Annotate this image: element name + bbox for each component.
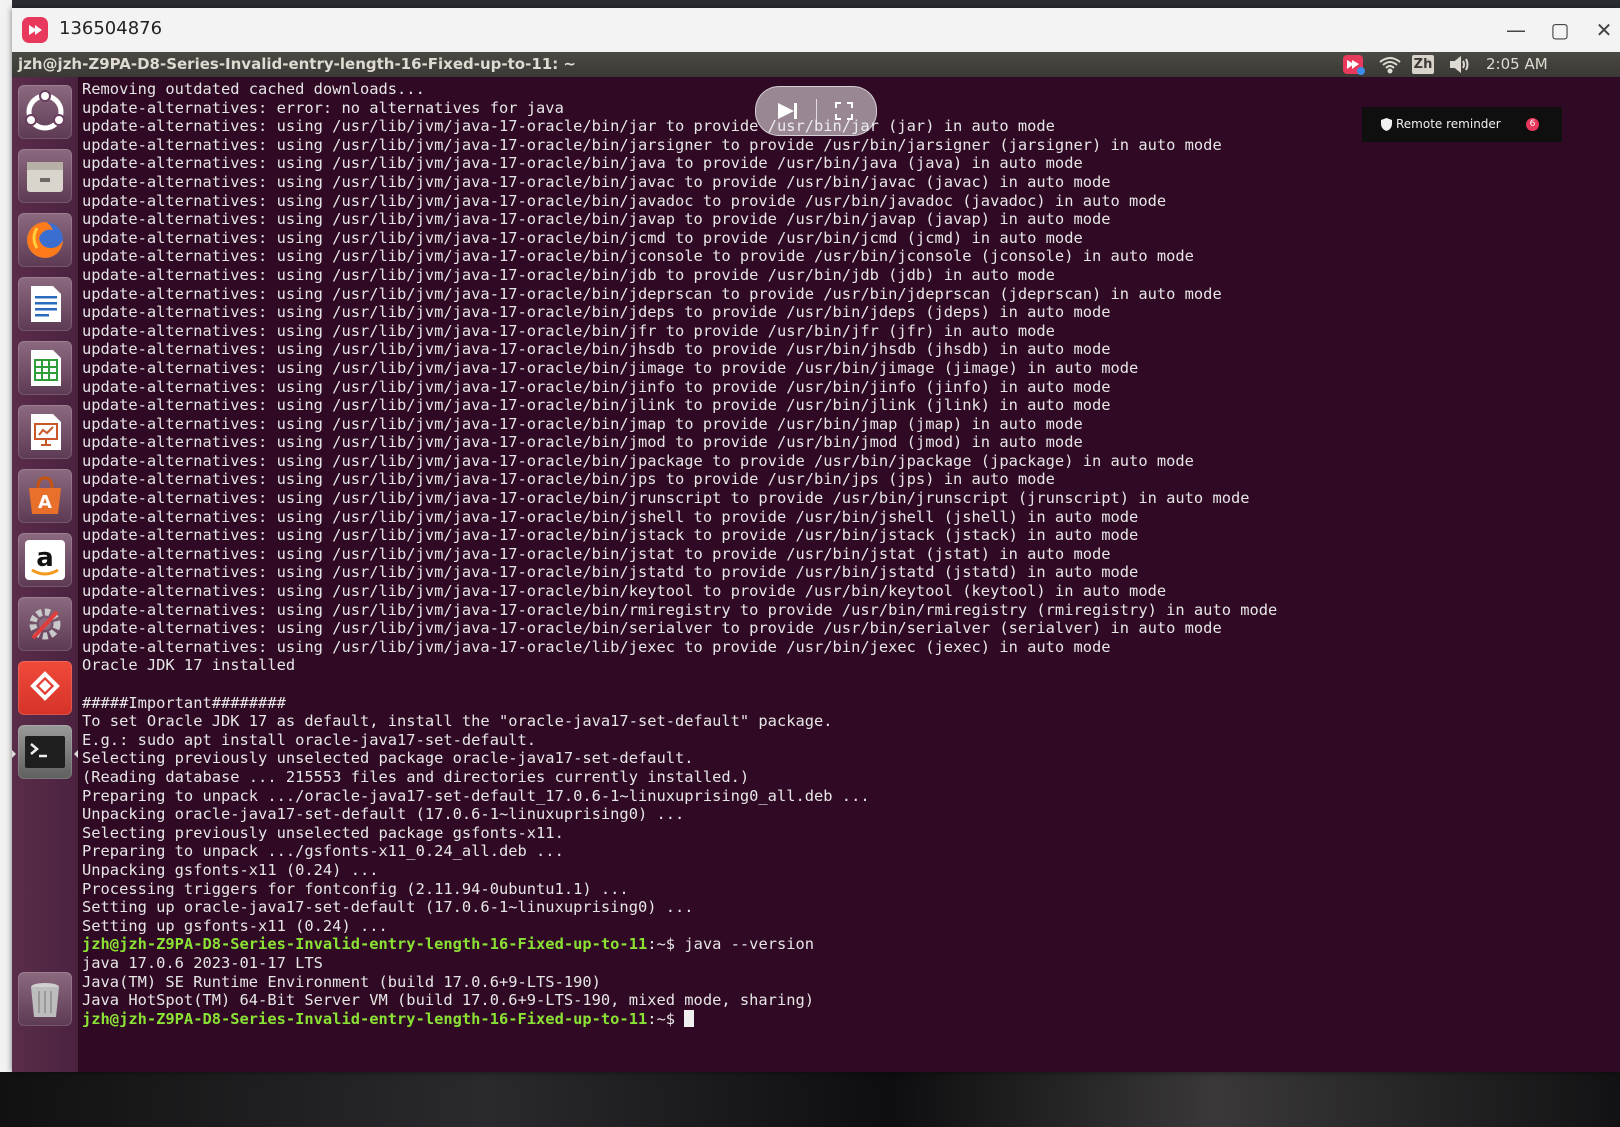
terminal-line: update-alternatives: using /usr/lib/jvm/… — [82, 191, 1167, 210]
terminal-line: update-alternatives: using /usr/lib/jvm/… — [82, 284, 1222, 303]
terminal-line: (Reading database ... 215553 files and d… — [82, 767, 750, 786]
remote-desktop[interactable]: jzh@jzh-Z9PA-D8-Series-Invalid-entry-len… — [12, 52, 1620, 1072]
terminal-prompt-line: jzh@jzh-Z9PA-D8-Series-Invalid-entry-len… — [82, 935, 1602, 954]
terminal-line: update-alternatives: using /usr/lib/jvm/… — [82, 451, 1194, 470]
close-button[interactable]: ✕ — [1590, 16, 1618, 44]
shield-icon — [1381, 118, 1392, 131]
remote-control-floating-bar[interactable] — [755, 86, 877, 136]
terminal-line: update-alternatives: using /usr/lib/jvm/… — [82, 321, 1055, 340]
terminal-line: Unpacking oracle-java17-set-default (17.… — [82, 805, 685, 824]
terminal-line: #####Important######## — [82, 693, 286, 712]
terminal-line: update-alternatives: using /usr/lib/jvm/… — [82, 154, 1083, 173]
remote-viewer-window: 136504876 — ▢ ✕ jzh@jzh-Z9PA-D8-Series-I… — [12, 8, 1620, 1072]
wifi-icon[interactable] — [1378, 54, 1402, 75]
terminal-line: update-alternatives: using /usr/lib/jvm/… — [82, 377, 1111, 396]
terminal-line: Setting up oracle-java17-set-default (17… — [82, 898, 694, 917]
ubuntu-top-panel: jzh@jzh-Z9PA-D8-Series-Invalid-entry-len… — [12, 52, 1620, 77]
launcher-active-left-arrow — [12, 750, 16, 758]
terminal-line: Setting up gsfonts-x11 (0.24) ... — [82, 916, 388, 935]
minimize-button[interactable]: — — [1502, 16, 1530, 44]
libreoffice-writer-icon[interactable] — [18, 277, 72, 331]
terminal-line: update-alternatives: using /usr/lib/jvm/… — [82, 582, 1167, 601]
terminal-output[interactable]: Removing outdated cached downloads... upd… — [82, 80, 1602, 1070]
prompt-path: :~$ — [647, 935, 685, 954]
input-method-indicator[interactable]: Zh — [1412, 55, 1434, 74]
terminal-line: update-alternatives: using /usr/lib/jvm/… — [82, 637, 1111, 656]
terminal-line: E.g.: sudo apt install oracle-java17-set… — [82, 730, 537, 749]
terminal-line: To set Oracle JDK 17 as default, install… — [82, 712, 833, 731]
trash-icon[interactable] — [18, 972, 72, 1026]
anydesk-icon[interactable] — [18, 661, 72, 715]
system-settings-icon[interactable] — [18, 597, 72, 651]
launcher-active-right-arrow — [74, 750, 78, 758]
software-center-icon[interactable]: A — [18, 469, 72, 523]
terminal-output-line: java 17.0.6 2023-01-17 LTS — [82, 953, 323, 972]
terminal-line: update-alternatives: using /usr/lib/jvm/… — [82, 544, 1111, 563]
terminal-line: Processing triggers for fontconfig (2.11… — [82, 879, 629, 898]
terminal-line: update-alternatives: using /usr/lib/jvm/… — [82, 600, 1278, 619]
terminal-line: update-alternatives: using /usr/lib/jvm/… — [82, 526, 1139, 545]
remote-app-tray-icon[interactable] — [1342, 54, 1366, 75]
terminal-line: update-alternatives: using /usr/lib/jvm/… — [82, 507, 1139, 526]
reminder-label: Remote reminder — [1396, 117, 1501, 131]
command-text: java --version — [684, 935, 815, 954]
terminal-line: update-alternatives: using /usr/lib/jvm/… — [82, 489, 1250, 508]
terminal-line: Oracle JDK 17 installed — [82, 656, 296, 675]
terminal-line: update-alternatives: using /usr/lib/jvm/… — [82, 414, 1083, 433]
prompt-path: :~$ — [647, 1009, 685, 1028]
terminal-line: update-alternatives: using /usr/lib/jvm/… — [82, 210, 1111, 229]
terminal-icon[interactable] — [18, 725, 72, 779]
terminal-line: Selecting previously unselected package … — [82, 749, 694, 768]
svg-text:a: a — [36, 543, 54, 573]
terminal-line: Preparing to unpack .../oracle-java17-se… — [82, 786, 870, 805]
prompt-user-host: jzh@jzh-Z9PA-D8-Series-Invalid-entry-len… — [82, 1009, 648, 1028]
prompt-user-host: jzh@jzh-Z9PA-D8-Series-Invalid-entry-len… — [82, 935, 648, 954]
terminal-prompt-line: jzh@jzh-Z9PA-D8-Series-Invalid-entry-len… — [82, 1009, 1602, 1029]
floating-bar-divider — [816, 99, 817, 123]
desktop-background-bottom — [0, 1072, 1620, 1127]
volume-icon[interactable] — [1448, 54, 1474, 75]
terminal-line: update-alternatives: using /usr/lib/jvm/… — [82, 619, 1222, 638]
terminal-line: update-alternatives: using /usr/lib/jvm/… — [82, 396, 1111, 415]
terminal-line: update-alternatives: using /usr/lib/jvm/… — [82, 358, 1139, 377]
viewer-titlebar[interactable]: 136504876 — ▢ ✕ — [12, 8, 1620, 52]
terminal-line: update-alternatives: using /usr/lib/jvm/… — [82, 172, 1111, 191]
maximize-button[interactable]: ▢ — [1546, 16, 1574, 44]
terminal-line: update-alternatives: using /usr/lib/jvm/… — [82, 247, 1194, 266]
terminal-output-line: Java(TM) SE Runtime Environment (build 1… — [82, 972, 601, 991]
remote-reminder-toast[interactable]: Remote reminder 6 — [1362, 107, 1562, 142]
libreoffice-impress-icon[interactable] — [18, 405, 72, 459]
firefox-icon[interactable] — [18, 213, 72, 267]
libreoffice-calc-icon[interactable] — [18, 341, 72, 395]
ubuntu-dash-icon[interactable] — [18, 85, 72, 139]
terminal-line: update-alternatives: using /usr/lib/jvm/… — [82, 433, 1083, 452]
terminal-line: Selecting previously unselected package … — [82, 823, 564, 842]
amazon-icon[interactable]: a — [18, 533, 72, 587]
desktop-background-left — [0, 0, 12, 1127]
desktop-background-top — [0, 0, 1620, 8]
clock[interactable]: 2:05 AM — [1486, 55, 1548, 73]
terminal-line: Preparing to unpack .../gsfonts-x11_0.24… — [82, 842, 564, 861]
svg-text:A: A — [38, 492, 52, 513]
terminal-line: update-alternatives: using /usr/lib/jvm/… — [82, 563, 1139, 582]
terminal-line: update-alternatives: using /usr/lib/jvm/… — [82, 303, 1111, 322]
terminal-line: update-alternatives: using /usr/lib/jvm/… — [82, 470, 1055, 489]
play-pause-icon[interactable] — [776, 101, 798, 121]
terminal-line: Unpacking gsfonts-x11 (0.24) ... — [82, 860, 379, 879]
files-icon[interactable] — [18, 149, 72, 203]
terminal-line: update-alternatives: using /usr/lib/jvm/… — [82, 228, 1083, 247]
remote-app-logo-icon — [22, 17, 48, 43]
window-title: jzh@jzh-Z9PA-D8-Series-Invalid-entry-len… — [18, 55, 576, 73]
terminal-line: update-alternatives: using /usr/lib/jvm/… — [82, 340, 1111, 359]
reminder-count-badge: 6 — [1526, 118, 1539, 131]
terminal-cursor[interactable] — [684, 1009, 695, 1027]
fullscreen-icon[interactable] — [834, 101, 854, 121]
terminal-output-line: Java HotSpot(TM) 64-Bit Server VM (build… — [82, 991, 815, 1010]
unity-launcher: A a — [12, 77, 79, 1072]
session-id: 136504876 — [59, 18, 163, 39]
terminal-line: update-alternatives: using /usr/lib/jvm/… — [82, 265, 1055, 284]
